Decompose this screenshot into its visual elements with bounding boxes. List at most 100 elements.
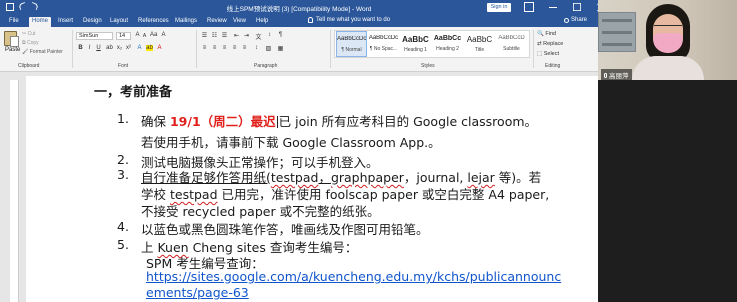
sort-icon[interactable]: ↕ <box>266 32 273 38</box>
superscript-icon[interactable]: x² <box>125 45 132 51</box>
list-item-4-line-1[interactable]: 以蓝色或黑色圆珠笔作答，唯画线及作图可用铅笔。 <box>141 219 429 238</box>
justify-icon[interactable]: ≡ <box>231 45 238 51</box>
clear-formatting-icon[interactable]: A <box>160 32 167 38</box>
text-run: ， <box>318 170 331 185</box>
group-separator <box>72 30 73 68</box>
change-case-icon[interactable]: Aa <box>150 32 157 38</box>
paragraph-group-label: Paragraph <box>254 63 278 69</box>
tell-me-label: Tell me what you want to do <box>316 17 391 23</box>
replace-button[interactable]: ⇄ Replace <box>537 41 563 47</box>
section-heading: 一，考前准备 <box>94 85 173 100</box>
participant-video[interactable]: 高丽萍 <box>598 0 737 80</box>
ribbon-tabs: File Home Insert Design Layout Reference… <box>0 15 598 27</box>
window-controls <box>524 2 598 12</box>
font-size-select[interactable]: 14 <box>116 32 131 40</box>
find-button[interactable]: 🔍 Find <box>537 31 556 37</box>
misspelled-word: lejar <box>467 170 495 185</box>
tab-review[interactable]: Review <box>204 17 230 27</box>
tab-insert[interactable]: Insert <box>55 17 76 27</box>
hyperlink-line-1[interactable]: https://sites.google.com/a/kuencheng.edu… <box>146 269 561 284</box>
shading-icon[interactable]: ▨ <box>265 45 272 52</box>
group-separator <box>330 30 331 68</box>
text-run: 已 join 所有应考科目的 Google classroom。 <box>278 114 538 129</box>
tab-view[interactable]: View <box>230 17 249 27</box>
align-center-icon[interactable]: ≡ <box>211 45 218 51</box>
font-group-label: Font <box>118 63 129 69</box>
list-item-1-line-1[interactable]: 确保 19/1（周二）最迟已 join 所有应考科目的 Google class… <box>141 111 537 130</box>
line-spacing-icon[interactable]: ↕ <box>253 45 260 51</box>
multilevel-list-icon[interactable]: ☰ <box>221 32 228 39</box>
vertical-ruler <box>10 80 19 302</box>
text-run: ，journal, <box>403 170 468 185</box>
shrink-font-icon[interactable]: A <box>141 33 148 39</box>
cut-button[interactable]: ✂ Cut <box>22 31 35 37</box>
list-item-1-line-2[interactable]: 若使用手机，请事前下载 Google Classroom App.。 <box>141 132 441 151</box>
align-right-icon[interactable]: ≡ <box>221 45 228 51</box>
replace-label: Replace <box>543 41 564 47</box>
participant-glasses <box>654 25 682 32</box>
ribbon-home: Paste ✂ Cut ⧉ Copy 🖌 Format Painter Clip… <box>0 27 598 72</box>
style-name: Heading 2 <box>436 46 459 52</box>
cut-label: Cut <box>27 31 36 37</box>
list-number: 2. <box>117 152 129 167</box>
style-no-spacing[interactable]: AaBbCcDc ¶ No Spac... <box>368 31 399 57</box>
style-title[interactable]: AaBbC Title <box>464 31 495 57</box>
text-run: 学校 <box>141 187 170 202</box>
text-run: 等)。若 <box>494 170 542 185</box>
tab-home[interactable]: Home <box>29 17 52 27</box>
align-left-icon[interactable]: ≡ <box>201 45 208 51</box>
paste-icon[interactable] <box>4 31 19 47</box>
text-effects-icon[interactable]: A <box>136 45 143 51</box>
show-marks-icon[interactable]: ¶ <box>277 32 284 38</box>
tab-mailings[interactable]: Mailings <box>172 17 200 27</box>
minimize-icon[interactable] <box>548 2 558 12</box>
lightbulb-icon <box>308 17 313 23</box>
strikethrough-icon[interactable]: ab <box>106 45 113 51</box>
tab-references[interactable]: References <box>135 17 172 27</box>
style-subtitle[interactable]: AaBbCcD Subtitle <box>496 31 527 57</box>
increase-indent-icon[interactable]: ⇥ <box>243 32 250 39</box>
word-window: 线上SPM预试说明 (3) [Compatibility Mode] - Wor… <box>0 0 598 302</box>
grow-font-icon[interactable]: A <box>134 32 141 38</box>
title-bar: 线上SPM预试说明 (3) [Compatibility Mode] - Wor… <box>0 0 598 15</box>
style-heading-2[interactable]: AaBbCc Heading 2 <box>432 31 463 57</box>
style-preview: AaBbCcDc <box>337 36 366 42</box>
list-item-3-line-3[interactable]: 不接受 recycled paper 或不完整的纸张。 <box>141 201 380 220</box>
borders-icon[interactable]: ▦ <box>277 45 284 52</box>
list-number: 3. <box>117 167 129 182</box>
underline-icon[interactable]: U <box>95 45 102 51</box>
tab-file[interactable]: File <box>6 17 22 27</box>
format-painter-button[interactable]: 🖌 Format Painter <box>22 49 63 55</box>
list-number: 4. <box>117 219 129 234</box>
tab-layout[interactable]: Layout <box>107 17 131 27</box>
decrease-indent-icon[interactable]: ⇤ <box>233 32 240 39</box>
share-button[interactable]: Share <box>564 17 587 23</box>
font-color-icon[interactable]: A <box>156 45 163 51</box>
style-normal[interactable]: AaBbCcDc ¶ Normal <box>336 31 367 57</box>
italic-icon[interactable]: I <box>86 45 93 51</box>
highlight-icon[interactable]: ab <box>146 45 153 51</box>
maximize-icon[interactable] <box>573 3 581 11</box>
tell-me-search[interactable]: Tell me what you want to do <box>308 17 390 23</box>
copy-button[interactable]: ⧉ Copy <box>22 40 39 46</box>
sign-in-button[interactable]: Sign in <box>487 3 511 12</box>
bullets-icon[interactable]: ☰ <box>201 32 208 39</box>
chinese-layout-icon[interactable]: 文 <box>255 32 262 41</box>
ribbon-display-options-icon[interactable] <box>524 2 534 12</box>
tab-design[interactable]: Design <box>80 17 105 27</box>
tab-help[interactable]: Help <box>253 17 271 27</box>
find-label: Find <box>545 31 557 37</box>
bold-icon[interactable]: B <box>77 45 84 51</box>
share-person-icon <box>564 17 569 23</box>
numbering-icon[interactable]: ☷ <box>211 32 218 39</box>
hyperlink-line-2[interactable]: ements/page-63 <box>146 285 249 300</box>
misspelled-word: testpad <box>169 187 218 202</box>
participant-name-tag: 高丽萍 <box>601 69 632 80</box>
style-heading-1[interactable]: AaBbC Heading 1 <box>400 31 431 57</box>
distributed-icon[interactable]: ≡ <box>241 45 248 51</box>
subscript-icon[interactable]: x₂ <box>116 45 123 51</box>
select-button[interactable]: ⬚ Select <box>537 51 559 57</box>
font-name-select[interactable]: SimSun <box>76 32 113 40</box>
paste-button[interactable]: Paste <box>5 47 20 53</box>
style-preview: AaBbC <box>402 35 429 44</box>
